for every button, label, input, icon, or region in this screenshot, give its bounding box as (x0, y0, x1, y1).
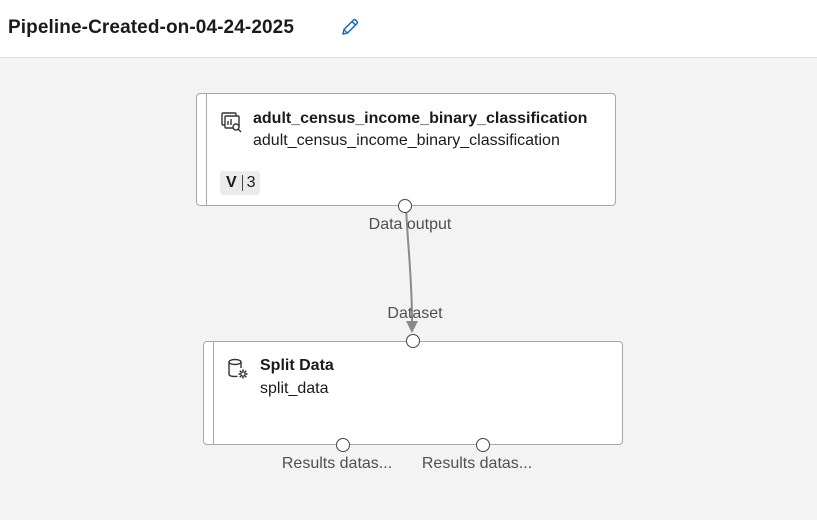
dataset-node-title: adult_census_income_binary_classificatio… (253, 110, 588, 127)
dataset-icon (221, 112, 242, 133)
pipeline-header: Pipeline-Created-on-04-24-2025 (0, 0, 817, 58)
version-label: V (226, 174, 237, 191)
pipeline-canvas[interactable]: adult_census_income_binary_classificatio… (0, 59, 817, 520)
split-node-subtitle: split_data (260, 380, 329, 397)
split-node-title: Split Data (260, 357, 334, 374)
split-input-port[interactable] (406, 334, 420, 348)
split-data-icon (228, 358, 248, 379)
split-data-node[interactable]: Split Data split_data (203, 341, 623, 445)
split-input-port-label: Dataset (387, 305, 443, 322)
pipeline-title: Pipeline-Created-on-04-24-2025 (8, 17, 294, 38)
split-output-port-1[interactable] (336, 438, 350, 452)
split-output-port-2[interactable] (476, 438, 490, 452)
version-separator (241, 175, 243, 191)
edit-title-button[interactable] (337, 14, 363, 40)
version-value: 3 (246, 174, 256, 191)
pencil-icon (342, 18, 359, 35)
split-output-port-1-label: Results datas... (281, 455, 393, 472)
dataset-output-port[interactable] (398, 199, 412, 213)
dataset-node-subtitle: adult_census_income_binary_classificatio… (253, 132, 560, 149)
dataset-output-port-label: Data output (368, 216, 452, 233)
version-badge: V 3 (220, 171, 260, 195)
dataset-node[interactable]: adult_census_income_binary_classificatio… (196, 93, 616, 206)
split-output-port-2-label: Results datas... (421, 455, 533, 472)
